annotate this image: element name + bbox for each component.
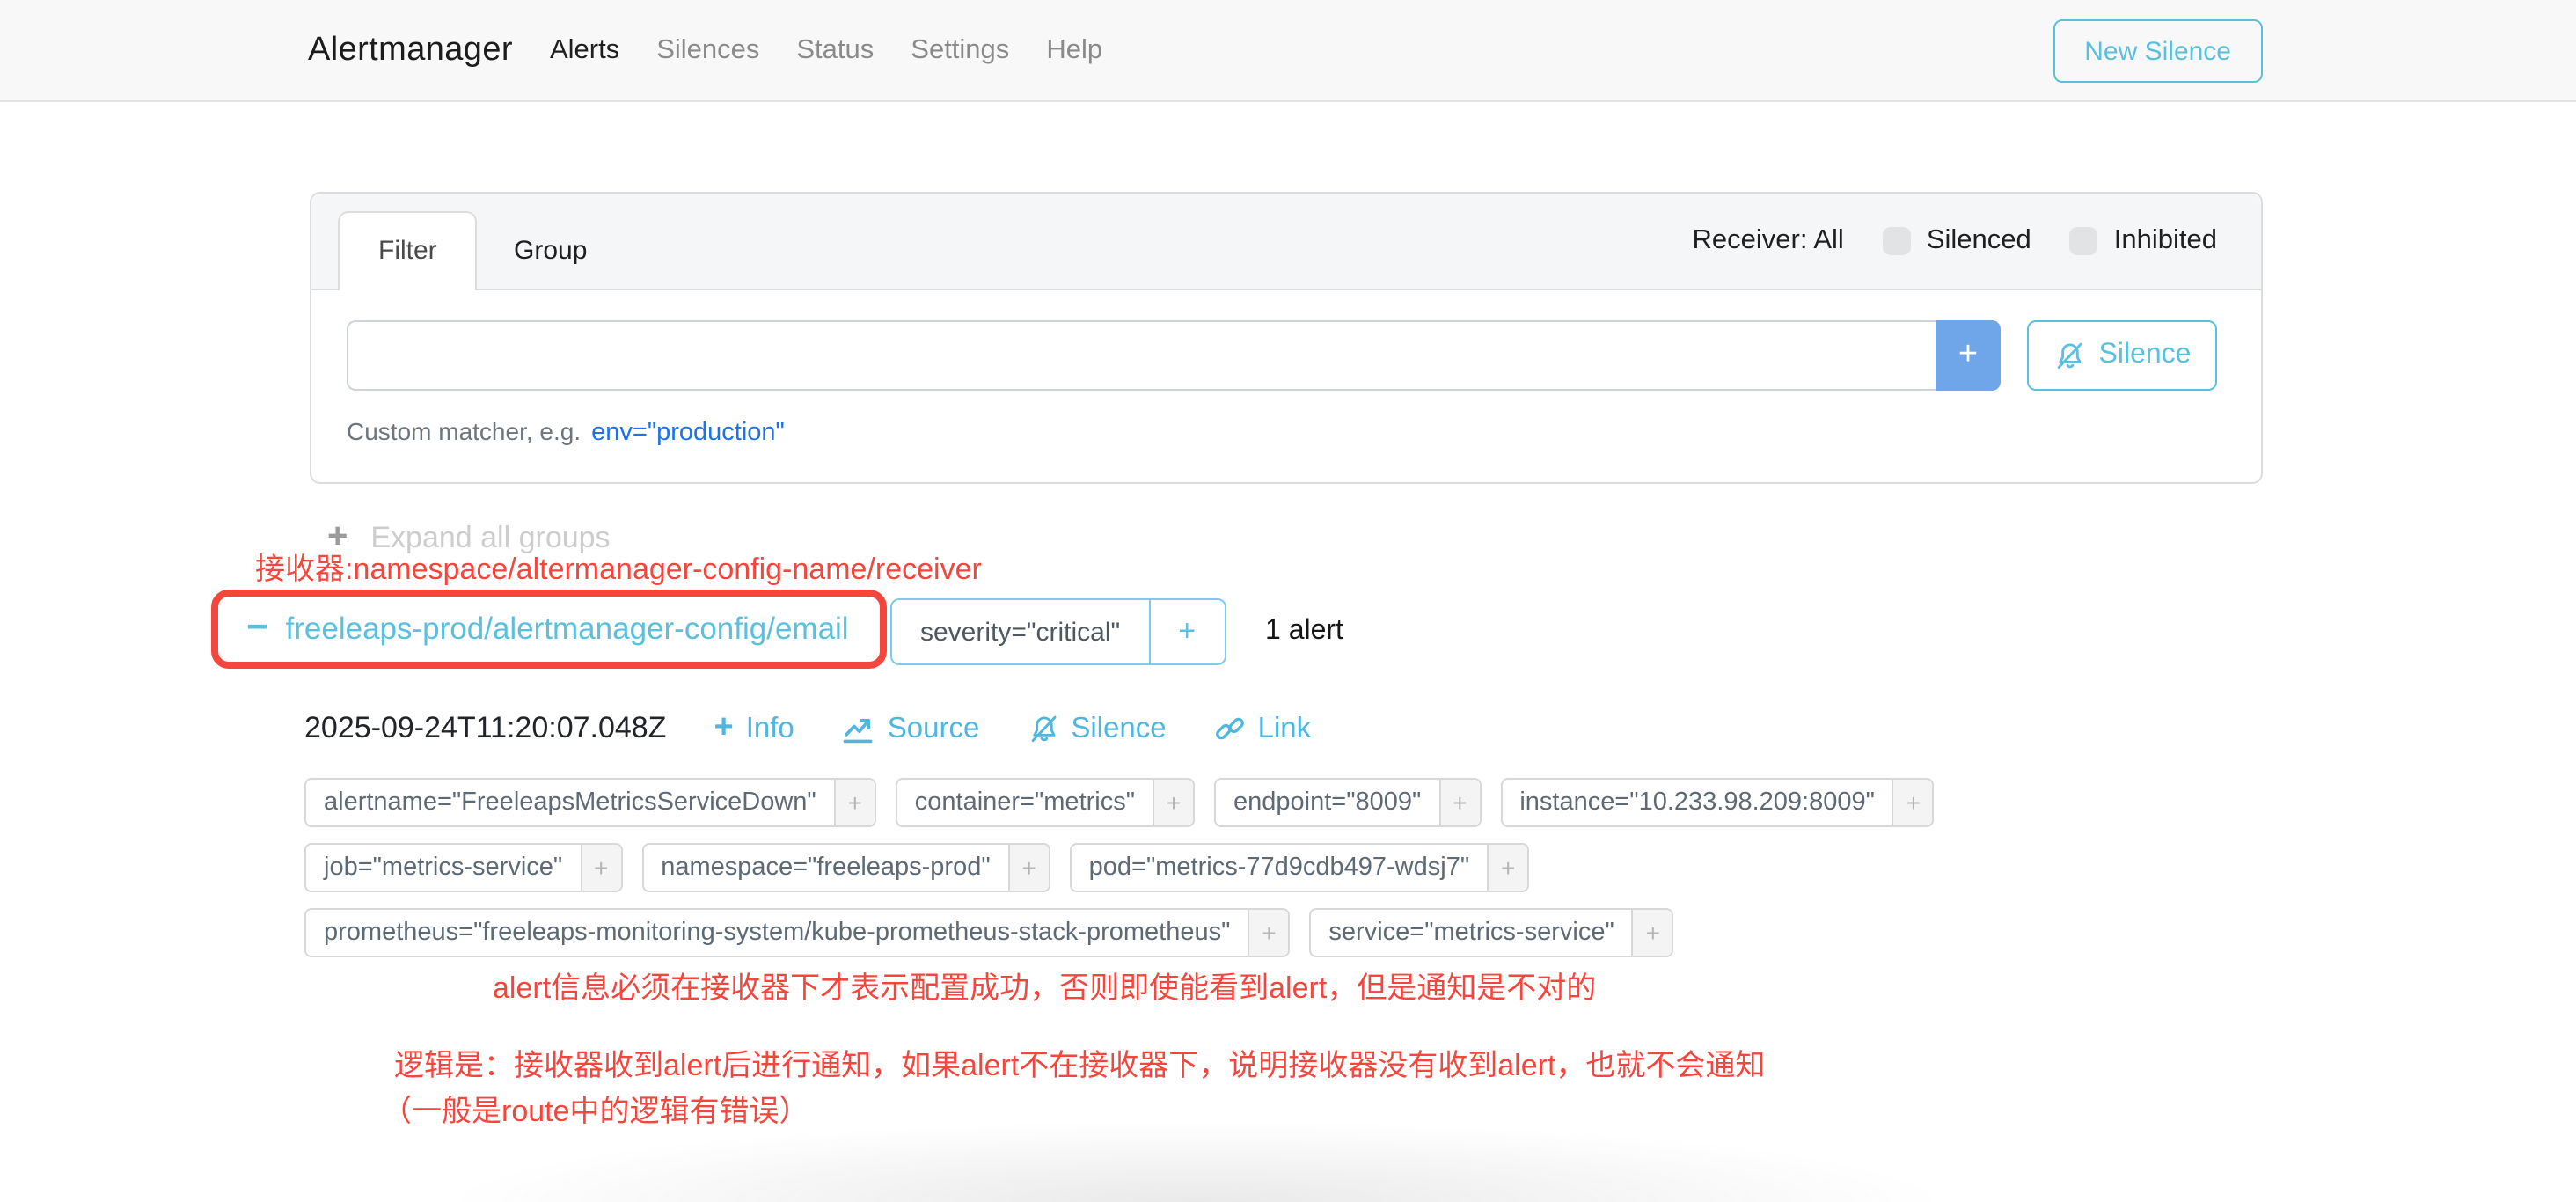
link-icon [1214, 713, 1246, 744]
nav-item-help[interactable]: Help [1046, 34, 1102, 66]
filter-card: Filter Group Receiver: All Silenced Inhi… [310, 192, 2263, 484]
hint-text: Custom matcher, e.g. [347, 417, 581, 445]
silence-label: Silence [1071, 712, 1166, 745]
alert-label-container: container="metrics" + [896, 778, 1195, 827]
tab-filter[interactable]: Filter [338, 211, 478, 290]
alert-count: 1 alert [1265, 598, 1343, 665]
add-filter-icon[interactable]: + [1153, 780, 1193, 825]
navbar: Alertmanager Alerts Silences Status Sett… [0, 0, 2576, 102]
silenced-checkbox[interactable] [1883, 227, 1911, 255]
bell-slash-icon [1027, 713, 1058, 744]
link-label: Link [1258, 712, 1312, 745]
collapse-icon: − [246, 608, 268, 645]
alert-label-pod: pod="metrics-77d9cdb497-wdsj7" + [1070, 843, 1529, 892]
annotation-receiver-note: 接收器:namespace/altermanager-config-name/r… [255, 544, 982, 588]
alert-label-instance: instance="10.233.98.209:8009" + [1500, 778, 1935, 827]
add-filter-icon[interactable]: + [1008, 845, 1049, 891]
new-silence-button[interactable]: New Silence [2053, 19, 2263, 83]
nav-item-alerts[interactable]: Alerts [550, 34, 619, 66]
bottom-shadow-smudge [422, 1118, 1971, 1202]
info-label: Info [746, 712, 794, 745]
annotation-alert-note: alert信息必须在接收器下才表示配置成功，否则即使能看到alert，但是通知是… [493, 963, 1596, 1007]
tab-group[interactable]: Group [482, 213, 618, 290]
matcher-input-group: + Silence [347, 320, 2217, 391]
alert-header-row: 2025-09-24T11:20:07.048Z + Info Source S… [304, 711, 1311, 746]
bell-slash-icon [2053, 340, 2085, 371]
alert-labels: alertname="FreeleapsMetricsServiceDown" … [304, 778, 1962, 957]
source-action[interactable]: Source [842, 712, 980, 745]
silence-action[interactable]: Silence [1027, 712, 1166, 745]
filter-card-header: Filter Group Receiver: All Silenced Inhi… [311, 194, 2261, 290]
group-matcher-add-button[interactable]: + [1148, 600, 1224, 663]
silenced-checkbox-wrap[interactable]: Silenced [1883, 225, 2031, 257]
alert-label-prometheus: prometheus="freeleaps-monitoring-system/… [304, 908, 1290, 957]
receiver-group-name: freeleaps-prod/alertmanager-config/email [286, 611, 849, 648]
filter-options: Receiver: All Silenced Inhibited [1693, 194, 2217, 289]
alert-label-namespace: namespace="freeleaps-prod" + [641, 843, 1050, 892]
annotation-logic-line1: 逻辑是：接收器收到alert后进行通知，如果alert不在接收器下，说明接收器没… [394, 1044, 1765, 1089]
nav-item-silences[interactable]: Silences [656, 34, 759, 66]
inhibited-checkbox-wrap[interactable]: Inhibited [2070, 225, 2217, 257]
alert-label-job: job="metrics-service" + [304, 843, 622, 892]
chart-icon [842, 714, 875, 744]
group-matcher-chip: severity="critical" + [890, 598, 1226, 665]
silence-filter-button[interactable]: Silence [2027, 320, 2217, 391]
annotation-red-box: − freeleaps-prod/alertmanager-config/ema… [211, 590, 887, 669]
add-filter-icon[interactable]: + [1632, 910, 1672, 956]
group-matcher-text[interactable]: severity="critical" [892, 600, 1148, 663]
source-label: Source [888, 712, 980, 745]
add-filter-icon[interactable]: + [834, 780, 875, 825]
hint-example-link[interactable]: env="production" [591, 419, 785, 447]
alert-label-alertname: alertname="FreeleapsMetricsServiceDown" … [304, 778, 876, 827]
add-filter-icon[interactable]: + [1248, 910, 1288, 956]
custom-matcher-hint: Custom matcher, e.g. env="production" [347, 417, 785, 447]
alert-label-service: service="metrics-service" + [1309, 908, 1673, 957]
info-action[interactable]: + Info [714, 712, 794, 745]
alert-timestamp: 2025-09-24T11:20:07.048Z [304, 711, 666, 746]
add-filter-icon[interactable]: + [1892, 780, 1933, 825]
silence-filter-label: Silence [2099, 340, 2192, 371]
nav-item-status[interactable]: Status [796, 34, 874, 66]
alert-label-endpoint: endpoint="8009" + [1214, 778, 1481, 827]
link-action[interactable]: Link [1214, 712, 1312, 745]
receiver-group-link[interactable]: − freeleaps-prod/alertmanager-config/ema… [246, 597, 849, 662]
matcher-input[interactable] [347, 320, 1936, 391]
add-filter-icon[interactable]: + [1438, 780, 1479, 825]
plus-icon: + [1958, 336, 1978, 373]
nav-item-settings[interactable]: Settings [911, 34, 1009, 66]
add-filter-icon[interactable]: + [1487, 845, 1527, 891]
inhibited-label: Inhibited [2114, 225, 2217, 257]
add-filter-icon[interactable]: + [580, 845, 620, 891]
app-brand[interactable]: Alertmanager [308, 31, 513, 70]
alertmanager-page: Alertmanager Alerts Silences Status Sett… [0, 0, 2576, 1184]
receiver-dropdown[interactable]: Receiver: All [1693, 225, 1844, 257]
silenced-label: Silenced [1927, 225, 2031, 257]
main-nav: Alerts Silences Status Settings Help [550, 34, 1102, 66]
plus-icon: + [714, 710, 733, 744]
inhibited-checkbox[interactable] [2070, 227, 2098, 255]
add-matcher-button[interactable]: + [1936, 320, 2001, 391]
